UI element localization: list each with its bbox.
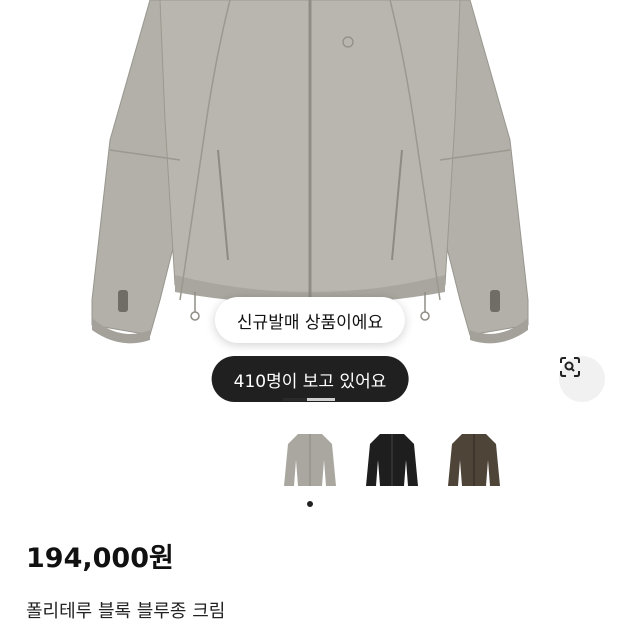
product-page: 신규발매 상품이에요 410명이 보고 있어요 194,000원 폴리테루 블록… bbox=[0, 0, 620, 620]
viewers-count-badge: 410명이 보고 있어요 bbox=[211, 356, 409, 402]
color-option-cream[interactable] bbox=[280, 428, 340, 492]
color-option-black[interactable] bbox=[362, 428, 422, 492]
product-title: 폴리테루 블록 블루종 크림 bbox=[26, 601, 226, 620]
image-search-button[interactable] bbox=[559, 356, 605, 402]
jacket-thumbnail-cream bbox=[284, 434, 336, 486]
product-image[interactable]: 신규발매 상품이에요 410명이 보고 있어요 bbox=[0, 0, 620, 425]
new-release-badge: 신규발매 상품이에요 bbox=[214, 297, 406, 343]
carousel-progress-track bbox=[307, 398, 335, 401]
carousel-progress-fill bbox=[283, 398, 307, 401]
image-search-icon bbox=[560, 357, 580, 377]
jacket-thumbnail-brown bbox=[448, 434, 500, 486]
jacket-thumbnail-black bbox=[366, 434, 418, 486]
color-options bbox=[280, 428, 504, 492]
carousel-progress bbox=[283, 398, 335, 401]
product-price: 194,000원 bbox=[26, 543, 174, 574]
color-option-brown[interactable] bbox=[444, 428, 504, 492]
selected-color-indicator bbox=[307, 501, 313, 507]
